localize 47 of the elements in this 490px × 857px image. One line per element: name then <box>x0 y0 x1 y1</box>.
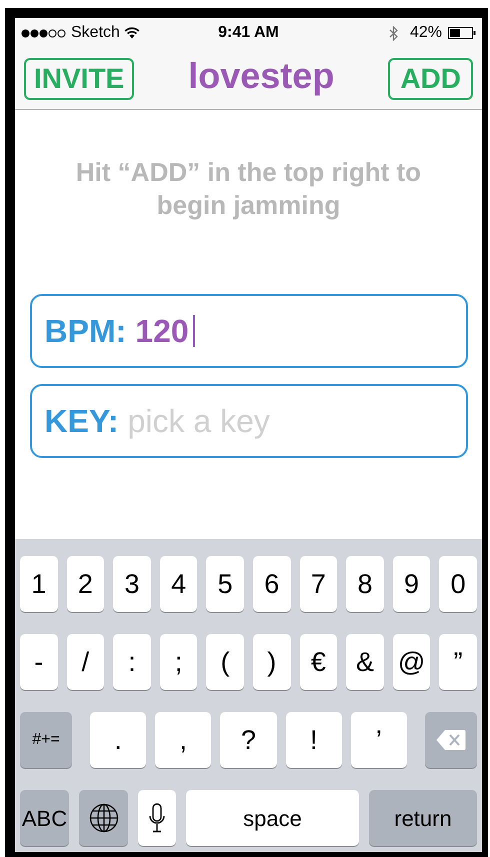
key[interactable]: 4 <box>160 556 198 612</box>
key[interactable]: 0 <box>439 556 477 612</box>
input-field[interactable]: BPM: 120 <box>30 294 468 368</box>
key[interactable]: ” <box>439 634 477 690</box>
key[interactable]: - <box>20 634 58 690</box>
key[interactable]: . <box>90 712 146 768</box>
key[interactable]: : <box>113 634 151 690</box>
delete-icon <box>436 729 466 751</box>
key[interactable]: ) <box>252 634 291 690</box>
key[interactable]: 3 <box>113 556 151 612</box>
key[interactable]: ( <box>206 634 244 690</box>
key[interactable]: 1 <box>20 556 58 612</box>
function-key[interactable]: #+= <box>20 712 72 768</box>
key[interactable]: / <box>66 634 104 690</box>
key[interactable]: @ <box>392 634 430 690</box>
microphone-icon <box>149 803 165 833</box>
key[interactable]: 7 <box>300 556 338 612</box>
battery-icon <box>448 27 476 39</box>
key[interactable]: € <box>300 634 338 690</box>
hint-text: Hit “ADD” in the top right to begin jamming <box>74 156 422 222</box>
function-key[interactable]: ABC <box>20 790 69 846</box>
app-title: lovestep <box>188 58 334 98</box>
battery-percent: 42% <box>410 23 442 43</box>
key[interactable]: 9 <box>392 556 430 612</box>
key[interactable]: ! <box>286 712 342 768</box>
key[interactable]: & <box>346 634 384 690</box>
key[interactable]: ; <box>160 634 198 690</box>
bluetooth-icon <box>388 26 398 40</box>
key[interactable]: 2 <box>66 556 104 612</box>
field-label: KEY: <box>44 405 119 437</box>
wifi-icon <box>124 27 140 39</box>
space-key[interactable]: space <box>186 790 359 846</box>
field-label: BPM: <box>44 315 126 347</box>
carrier-name: Sketch <box>71 23 120 43</box>
key[interactable]: 6 <box>252 556 291 612</box>
signal-icon <box>21 28 67 38</box>
status-time: 9:41 AM <box>217 23 280 43</box>
microphone-key[interactable] <box>138 790 176 846</box>
key[interactable]: 8 <box>346 556 384 612</box>
globe-icon <box>88 803 118 833</box>
field-value: 120 <box>135 315 189 347</box>
globe-key[interactable] <box>79 790 128 846</box>
key[interactable]: 5 <box>206 556 244 612</box>
key[interactable]: ? <box>220 712 277 768</box>
key[interactable]: , <box>155 712 212 768</box>
key[interactable]: ’ <box>350 712 408 768</box>
function-key[interactable]: return <box>369 790 477 846</box>
